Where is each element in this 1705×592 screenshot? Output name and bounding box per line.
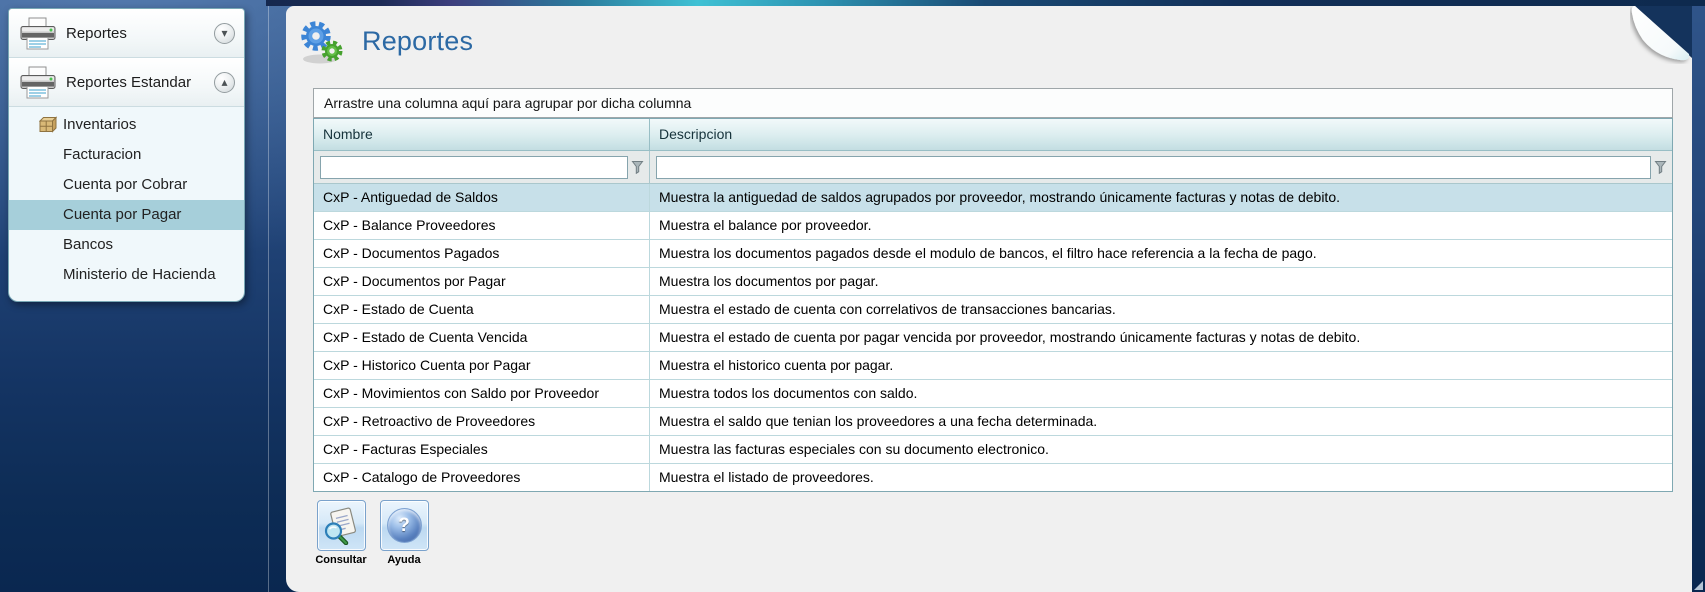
sidebar-item-label: Cuenta por Pagar xyxy=(63,206,182,223)
report-name-cell: CxP - Movimientos con Saldo por Proveedo… xyxy=(314,380,650,407)
report-description-cell: Muestra el estado de cuenta por pagar ve… xyxy=(659,329,1361,345)
arrow-up-circle-icon[interactable]: ▴ xyxy=(214,71,235,93)
page-fold-corner xyxy=(1631,6,1692,61)
table-row[interactable]: CxP - Catalogo de Proveedores Muestra el… xyxy=(314,464,1672,491)
consultar-button-label: Consultar xyxy=(315,554,367,566)
report-name-cell: CxP - Facturas Especiales xyxy=(314,436,650,463)
search-document-icon xyxy=(324,507,356,545)
toolbar: Consultar ? Ayuda xyxy=(313,500,432,566)
column-header-descripcion[interactable]: Descripcion xyxy=(650,119,1672,150)
report-description-cell: Muestra los documentos pagados desde el … xyxy=(659,245,1317,261)
report-name-cell: CxP - Documentos Pagados xyxy=(314,240,650,267)
report-description-cell: Muestra la antiguedad de saldos agrupado… xyxy=(659,189,1340,205)
sidebar-item-bancos[interactable]: Bancos xyxy=(9,230,244,260)
printer-icon xyxy=(20,17,56,49)
arrow-down-circle-icon[interactable]: ▾ xyxy=(214,22,235,44)
crate-icon xyxy=(39,116,57,133)
sidebar: Reportes ▾ Reportes Estandar ▴ Inventari… xyxy=(8,8,245,302)
resize-grip-icon[interactable] xyxy=(1694,581,1703,590)
page-title: Reportes xyxy=(362,26,474,56)
report-description-cell: Muestra el historico cuenta por pagar. xyxy=(659,357,894,373)
sidebar-item-cuenta-por-cobrar[interactable]: Cuenta por Cobrar xyxy=(9,170,244,200)
group-by-drop-zone[interactable]: Arrastre una columna aquí para agrupar p… xyxy=(313,88,1673,118)
desktop: Reportes ▾ Reportes Estandar ▴ Inventari… xyxy=(0,0,1705,592)
table-header-row: Nombre Descripcion xyxy=(314,119,1672,151)
sidebar-item-label: Bancos xyxy=(63,236,114,253)
report-description-cell: Muestra el balance por proveedor. xyxy=(659,217,872,233)
report-name-cell: CxP - Retroactivo de Proveedores xyxy=(314,408,650,435)
sidebar-group-reportes[interactable]: Reportes ▾ xyxy=(9,9,244,58)
sidebar-group-label: Reportes xyxy=(66,24,127,42)
report-description-cell: Muestra los documentos por pagar. xyxy=(659,273,879,289)
reports-table: Nombre Descripcion CxP - Antiguedad de S… xyxy=(313,118,1673,492)
sidebar-item-label: Facturacion xyxy=(63,146,142,163)
sidebar-item-facturacion[interactable]: Facturacion xyxy=(9,140,244,170)
column-header-nombre[interactable]: Nombre xyxy=(314,119,650,150)
filter-funnel-icon[interactable] xyxy=(631,160,644,174)
help-icon: ? xyxy=(386,508,422,543)
sidebar-item-ministerio-de-hacienda[interactable]: Ministerio de Hacienda xyxy=(9,260,244,290)
table-row[interactable]: CxP - Antiguedad de Saldos Muestra la an… xyxy=(314,184,1672,212)
table-row[interactable]: CxP - Estado de Cuenta Muestra el estado… xyxy=(314,296,1672,324)
table-row[interactable]: CxP - Historico Cuenta por Pagar Muestra… xyxy=(314,352,1672,380)
sidebar-group-reportes-estandar[interactable]: Reportes Estandar ▴ xyxy=(9,58,244,107)
printer-icon xyxy=(20,66,56,98)
sidebar-item-label: Cuenta por Cobrar xyxy=(63,176,188,193)
ayuda-button-label: Ayuda xyxy=(387,554,421,566)
report-name-cell: CxP - Estado de Cuenta xyxy=(314,296,650,323)
report-name-cell: CxP - Historico Cuenta por Pagar xyxy=(314,352,650,379)
consultar-button[interactable]: Consultar xyxy=(313,500,369,566)
sidebar-item-label: Inventarios xyxy=(63,116,137,133)
sidebar-item-list: Inventarios Facturacion Cuenta por Cobra… xyxy=(9,107,244,290)
table-row[interactable]: CxP - Retroactivo de Proveedores Muestra… xyxy=(314,408,1672,436)
report-name-cell: CxP - Catalogo de Proveedores xyxy=(314,464,650,491)
table-row[interactable]: CxP - Documentos por Pagar Muestra los d… xyxy=(314,268,1672,296)
table-row[interactable]: CxP - Documentos Pagados Muestra los doc… xyxy=(314,240,1672,268)
filter-input-descripcion[interactable] xyxy=(656,155,1651,179)
report-description-cell: Muestra el saldo que tenian los proveedo… xyxy=(659,413,1098,429)
filter-funnel-icon[interactable] xyxy=(1654,160,1667,174)
sidebar-group-label: Reportes Estandar xyxy=(66,73,192,91)
sidebar-item-inventarios[interactable]: Inventarios xyxy=(9,110,244,140)
sidebar-item-label: Ministerio de Hacienda xyxy=(63,266,216,283)
report-name-cell: CxP - Estado de Cuenta Vencida xyxy=(314,324,650,351)
main-panel: Reportes Arrastre una columna aquí para … xyxy=(286,6,1692,592)
table-row[interactable]: CxP - Estado de Cuenta Vencida Muestra e… xyxy=(314,324,1672,352)
report-description-cell: Muestra las facturas especiales con su d… xyxy=(659,441,1049,457)
ayuda-button[interactable]: ? Ayuda xyxy=(376,500,432,566)
report-description-cell: Muestra el estado de cuenta con correlat… xyxy=(659,301,1116,317)
report-description-cell: Muestra el listado de proveedores. xyxy=(659,469,874,485)
filter-input-nombre[interactable] xyxy=(320,155,628,179)
table-row[interactable]: CxP - Balance Proveedores Muestra el bal… xyxy=(314,212,1672,240)
report-name-cell: CxP - Antiguedad de Saldos xyxy=(314,184,650,211)
report-name-cell: CxP - Documentos por Pagar xyxy=(314,268,650,295)
table-row[interactable]: CxP - Facturas Especiales Muestra las fa… xyxy=(314,436,1672,464)
filter-row xyxy=(314,151,1672,184)
gears-icon xyxy=(301,21,343,64)
report-name-cell: CxP - Balance Proveedores xyxy=(314,212,650,239)
report-description-cell: Muestra todos los documentos con saldo. xyxy=(659,385,918,401)
desktop-highlight-line xyxy=(268,0,269,592)
sidebar-item-cuenta-por-pagar[interactable]: Cuenta por Pagar xyxy=(9,200,244,230)
table-row[interactable]: CxP - Movimientos con Saldo por Proveedo… xyxy=(314,380,1672,408)
